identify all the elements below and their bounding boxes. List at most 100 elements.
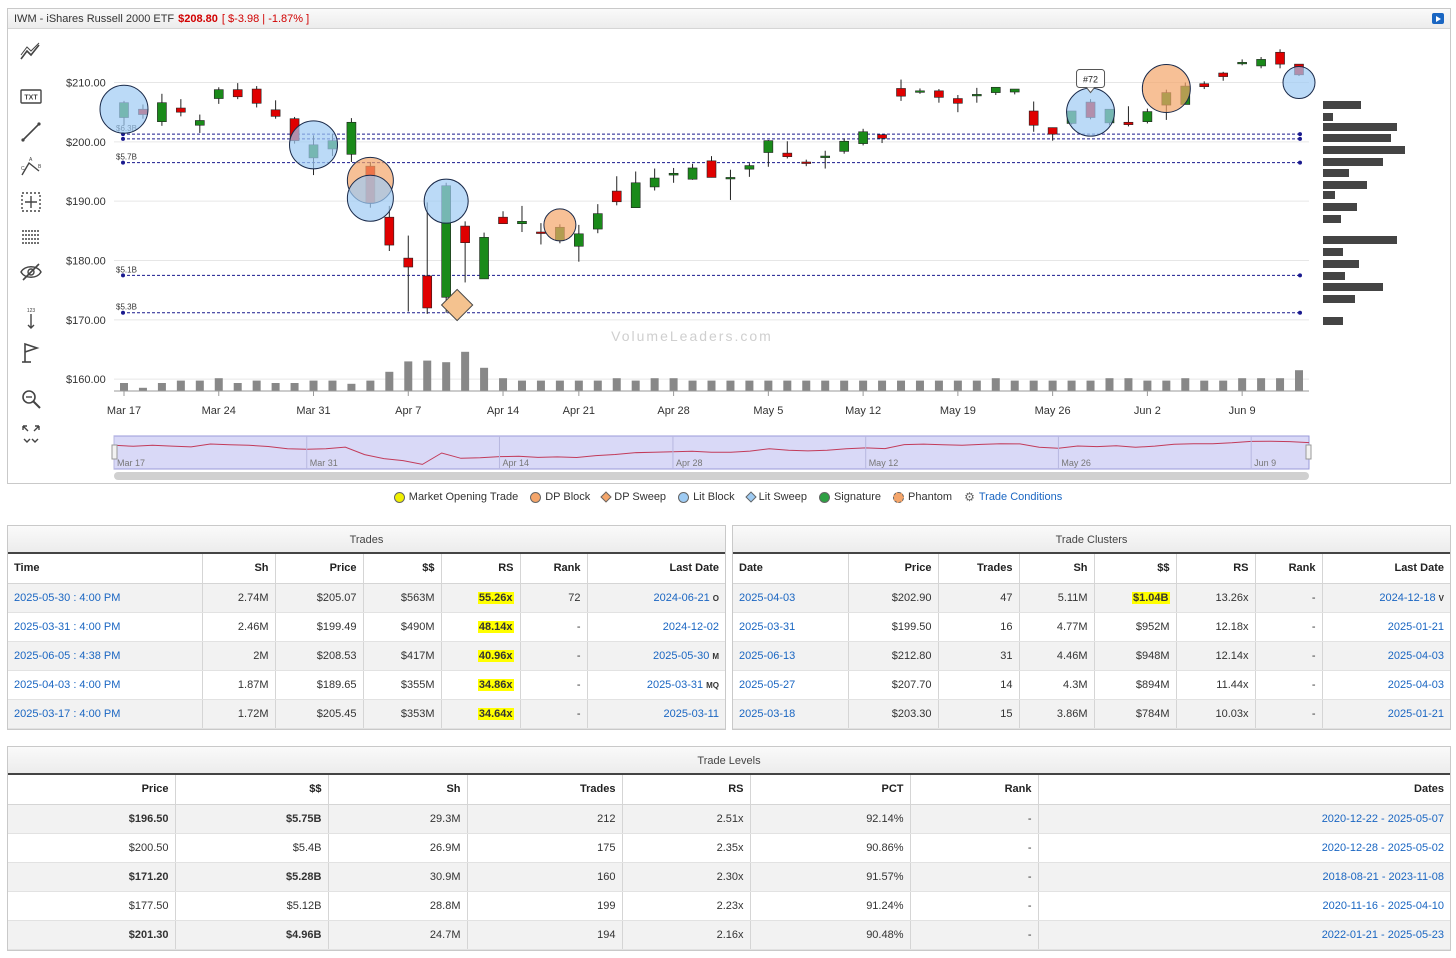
- expand-icon[interactable]: [1432, 13, 1444, 24]
- volume-bar: [480, 367, 489, 391]
- cluster-row[interactable]: 2025-03-18 $203.30 15 3.86M $784M 10.03x - 2025…: [733, 699, 1450, 729]
- level-row[interactable]: $177.50 $5.12B 28.8M 199 2.23x 91.24% - 2020-11…: [8, 891, 1450, 921]
- level-marker: [1298, 136, 1302, 141]
- last-date-link[interactable]: 2024-06-21: [653, 592, 709, 604]
- dollars-cell: $5.28B: [175, 862, 329, 892]
- col-price[interactable]: Price: [8, 775, 176, 805]
- cluster-date-link[interactable]: 2025-03-31: [739, 621, 795, 633]
- last-date-link-cell: 2024-12-02: [587, 612, 725, 642]
- col-rs[interactable]: RS: [1176, 554, 1256, 584]
- candle-body: [687, 167, 698, 180]
- price-cell: $196.50: [8, 804, 176, 834]
- col-trades[interactable]: Trades: [938, 554, 1020, 584]
- col-dollars[interactable]: $$: [175, 775, 329, 805]
- trade-row[interactable]: 2025-05-30 : 4:00 PM 2.74M $205.07 $563M 55.…: [8, 583, 725, 613]
- col-trades[interactable]: Trades: [467, 775, 623, 805]
- volume-bar: [1162, 380, 1171, 391]
- condition-flag: V: [1438, 593, 1444, 603]
- last-date-link[interactable]: 2025-01-21: [1388, 708, 1444, 720]
- col-rank[interactable]: Rank: [910, 775, 1039, 805]
- clusters-panel: Trade Clusters Date Price Trades Sh $$ R…: [732, 525, 1451, 730]
- rank-cell: -: [910, 920, 1039, 950]
- col-last-date[interactable]: Last Date: [587, 554, 725, 584]
- cluster-date-link[interactable]: 2025-04-03: [739, 592, 795, 604]
- legend-lit-sweep[interactable]: Lit Sweep: [744, 490, 807, 504]
- date-range-link[interactable]: 2020-11-16 - 2025-04-10: [1323, 900, 1445, 912]
- trade-conditions-link[interactable]: ⚙ Trade Conditions: [964, 490, 1062, 504]
- volume-bar: [897, 380, 906, 391]
- cluster-date-link[interactable]: 2025-05-27: [739, 679, 795, 691]
- last-date-link[interactable]: 2025-03-31: [647, 679, 703, 691]
- y-tick-label: $200.00: [66, 137, 106, 149]
- col-price[interactable]: Price: [275, 554, 364, 584]
- col-price[interactable]: Price: [848, 554, 939, 584]
- col-sh[interactable]: Sh: [202, 554, 276, 584]
- last-date-link[interactable]: 2025-04-03: [1388, 679, 1444, 691]
- date-range-link[interactable]: 2018-08-21 - 2023-11-08: [1323, 871, 1445, 883]
- level-row[interactable]: $171.20 $5.28B 30.9M 160 2.30x 91.57% - 2018-08…: [8, 862, 1450, 892]
- trade-time-link[interactable]: 2025-05-30 : 4:00 PM: [14, 592, 120, 604]
- last-date-link[interactable]: 2025-03-11: [664, 708, 719, 720]
- last-date-link[interactable]: 2024-12-02: [663, 621, 719, 633]
- date-range-link[interactable]: 2020-12-28 - 2025-05-02: [1322, 842, 1444, 854]
- trade-time-link[interactable]: 2025-06-05 : 4:38 PM: [14, 650, 120, 662]
- last-date-link[interactable]: 2025-01-21: [1388, 621, 1444, 633]
- legend-lit-block[interactable]: Lit Block: [678, 490, 735, 504]
- price-cell: $189.65: [275, 670, 364, 700]
- blue-dot-icon: [678, 491, 690, 503]
- date-range-link[interactable]: 2020-12-22 - 2025-05-07: [1322, 813, 1444, 825]
- cluster-row[interactable]: 2025-03-31 $199.50 16 4.77M $952M 12.18x - 2025…: [733, 612, 1450, 642]
- cluster-row[interactable]: 2025-04-03 $202.90 47 5.11M $1.04B 13.26x -202…: [733, 583, 1450, 613]
- legend-market-opening-trade[interactable]: Market Opening Trade: [393, 490, 519, 504]
- col-dollars[interactable]: $$: [363, 554, 442, 584]
- volume-bar: [1124, 378, 1133, 391]
- candle-body: [877, 134, 887, 139]
- col-rs[interactable]: RS: [441, 554, 521, 584]
- col-rank[interactable]: Rank: [520, 554, 588, 584]
- last-date-link[interactable]: 2024-12-18: [1379, 592, 1435, 604]
- cluster-row[interactable]: 2025-06-13 $212.80 31 4.46M $948M 12.14x - 2025…: [733, 641, 1450, 671]
- trade-time-link[interactable]: 2025-03-17 : 4:00 PM: [14, 708, 120, 720]
- last-date-link-cell: 2025-03-31 MQ: [587, 670, 725, 700]
- legend-signature[interactable]: Signature: [818, 490, 881, 504]
- level-row[interactable]: $200.50 $5.4B 26.9M 175 2.35x 90.86% - 2020-12-…: [8, 833, 1450, 863]
- legend-phantom[interactable]: Phantom: [893, 490, 952, 504]
- trade-row[interactable]: 2025-03-17 : 4:00 PM 1.72M $205.45 $353M 34.…: [8, 699, 725, 729]
- price-chart[interactable]: $210.00 $200.00 $190.00 $180.00 $170.00 $160.…: [8, 29, 1450, 484]
- col-date[interactable]: Date: [733, 554, 849, 584]
- legend-dp-block[interactable]: DP Block: [530, 490, 590, 504]
- volume-bar: [1105, 378, 1114, 391]
- volume-bar: [366, 380, 375, 391]
- col-sh[interactable]: Sh: [328, 775, 468, 805]
- col-dollars[interactable]: $$: [1094, 554, 1177, 584]
- col-rs[interactable]: RS: [622, 775, 751, 805]
- cluster-row[interactable]: 2025-05-27 $207.70 14 4.3M $894M 11.44x - 2025-…: [733, 670, 1450, 700]
- trade-row[interactable]: 2025-04-03 : 4:00 PM 1.87M $189.65 $355M 34.…: [8, 670, 725, 700]
- level-row[interactable]: $196.50 $5.75B 29.3M 212 2.51x 92.14% - 2020-12…: [8, 804, 1450, 834]
- cluster-date-link[interactable]: 2025-03-18: [739, 708, 795, 720]
- col-sh[interactable]: Sh: [1019, 554, 1095, 584]
- candle-body: [460, 225, 470, 243]
- level-marker: [1298, 160, 1302, 165]
- col-pct[interactable]: PCT: [750, 775, 911, 805]
- col-time[interactable]: Time: [8, 554, 203, 584]
- dollars-value: $5.4B: [292, 841, 322, 854]
- legend-dp-sweep[interactable]: DP Sweep: [600, 490, 666, 504]
- rs-cell: 34.86x: [441, 670, 521, 700]
- last-date-link[interactable]: 2025-05-30: [653, 650, 709, 662]
- pct-cell: 90.48%: [750, 920, 911, 950]
- rs-cell: 2.51x: [622, 804, 751, 834]
- cluster-date-link[interactable]: 2025-06-13: [739, 650, 795, 662]
- col-rank[interactable]: Rank: [1255, 554, 1323, 584]
- legend-label: Market Opening Trade: [408, 491, 519, 503]
- volume-bar: [214, 378, 223, 391]
- trade-time-link[interactable]: 2025-03-31 : 4:00 PM: [14, 621, 120, 633]
- trade-row[interactable]: 2025-06-05 : 4:38 PM 2M $208.53 $417M 40.96x…: [8, 641, 725, 671]
- trade-row[interactable]: 2025-03-31 : 4:00 PM 2.46M $199.49 $490M 48.…: [8, 612, 725, 642]
- level-row[interactable]: $201.30 $4.96B 24.7M 194 2.16x 90.48% - 2022-01…: [8, 920, 1450, 950]
- date-range-link[interactable]: 2022-01-21 - 2025-05-23: [1322, 929, 1444, 941]
- last-date-link[interactable]: 2025-04-03: [1388, 650, 1444, 662]
- col-last-date[interactable]: Last Date: [1322, 554, 1450, 584]
- trade-time-link[interactable]: 2025-04-03 : 4:00 PM: [14, 679, 120, 691]
- col-dates[interactable]: Dates: [1038, 775, 1450, 805]
